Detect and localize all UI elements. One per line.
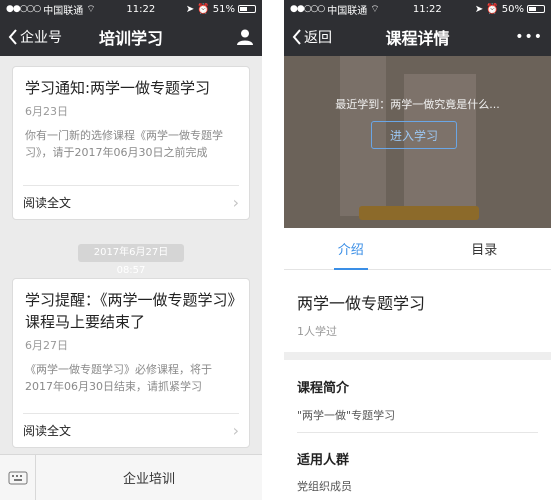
read-more-link[interactable]: 阅读全文 ›: [23, 413, 239, 447]
divider: [297, 432, 538, 433]
right-phone-screen: ●●○○○ 中国联通 ⌔ 11:22 ➤ ⏰ 50% 返回 课程详情 ••• 最: [284, 0, 551, 500]
course-banner: 最近学到：两学一做究竟是什么... 进入学习: [284, 56, 551, 228]
wifi-icon: ⌔: [370, 3, 380, 15]
intro-text: "两学一做"专题学习: [297, 409, 396, 422]
profile-icon[interactable]: [236, 28, 254, 46]
status-time: 11:22: [126, 3, 156, 15]
card-date: 6月23日: [25, 105, 68, 118]
enter-learning-button[interactable]: 进入学习: [371, 121, 457, 149]
audience-text: 党组织成员: [297, 480, 352, 493]
chevron-left-icon: [8, 29, 17, 45]
right-topbar: ●●○○○ 中国联通 ⌔ 11:22 ➤ ⏰ 50% 返回 课程详情 •••: [284, 0, 551, 56]
location-icon: ➤: [185, 3, 195, 15]
signal-icon: ●●○○○: [290, 4, 325, 14]
card-title: 学习通知:两学一做专题学习: [25, 79, 211, 97]
course-title: 两学一做专题学习: [297, 294, 426, 313]
signal-icon: ●●○○○: [6, 4, 41, 14]
intro-heading: 课程简介: [297, 381, 350, 396]
status-bar: ●●○○○ 中国联通 ⌔ 11:22 ➤ ⏰ 51%: [0, 0, 262, 18]
card-description: 你有一门新的选修课程《两学一做专题学习》，请于2017年06月30日之前完成: [25, 129, 223, 159]
card-title: 学习提醒：《两学一做专题学习》课程马上要结束了: [25, 291, 236, 331]
back-button[interactable]: 企业号: [8, 27, 62, 47]
section-divider: [284, 352, 551, 360]
left-phone-screen: ●●○○○ 中国联通 ⌔ 11:22 ➤ ⏰ 51% 企业号 培训学习 学习通知…: [0, 0, 262, 500]
card-date: 6月27日: [25, 339, 68, 352]
back-label: 返回: [304, 30, 332, 46]
card-description: 《两学一做专题学习》必修课程，将于2017年06月30日结束，请抓紧学习: [25, 363, 212, 393]
bottom-menu-bar: 企业培训: [0, 454, 262, 500]
audience-heading: 适用人群: [297, 453, 350, 468]
chevron-right-icon: ›: [232, 193, 239, 212]
alarm-icon: ⏰: [486, 3, 499, 15]
left-navbar: 企业号 培训学习: [0, 18, 262, 56]
status-bar: ●●○○○ 中国联通 ⌔ 11:22 ➤ ⏰ 50%: [284, 0, 551, 18]
keyboard-icon: [8, 471, 27, 484]
tab-catalog[interactable]: 目录: [418, 228, 551, 269]
read-more-label: 阅读全文: [23, 196, 72, 210]
right-navbar: 返回 课程详情 •••: [284, 18, 551, 56]
carrier-label: 中国联通: [43, 5, 84, 17]
status-time: 11:22: [412, 3, 442, 15]
battery-icon: [526, 5, 545, 13]
back-label: 企业号: [20, 30, 62, 46]
learner-count: 1人学过: [297, 325, 337, 338]
read-more-label: 阅读全文: [23, 424, 72, 438]
recent-progress-text: 最近学到：两学一做究竟是什么...: [335, 98, 500, 111]
more-icon[interactable]: •••: [515, 29, 543, 45]
timestamp-pill: 2017年6月27日 08:57: [78, 244, 184, 276]
left-topbar: ●●○○○ 中国联通 ⌔ 11:22 ➤ ⏰ 51% 企业号 培训学习: [0, 0, 262, 56]
alarm-icon: ⏰: [197, 3, 210, 15]
location-icon: ➤: [474, 3, 484, 15]
chevron-right-icon: ›: [232, 421, 239, 440]
tab-bar: 介绍 目录: [284, 228, 551, 270]
battery-icon: [237, 5, 256, 13]
wifi-icon: ⌔: [86, 3, 96, 15]
back-button[interactable]: 返回: [292, 27, 332, 47]
message-card[interactable]: 学习通知:两学一做专题学习 6月23日 你有一门新的选修课程《两学一做专题学习》…: [12, 66, 250, 220]
battery-percent: 51%: [212, 3, 235, 15]
read-more-link[interactable]: 阅读全文 ›: [23, 185, 239, 219]
tab-intro[interactable]: 介绍: [284, 228, 418, 270]
keyboard-toggle[interactable]: [0, 455, 36, 500]
menu-button-enterprise-training[interactable]: 企业培训: [36, 455, 262, 500]
carrier-label: 中国联通: [327, 5, 368, 17]
battery-percent: 50%: [501, 3, 524, 15]
message-card[interactable]: 学习提醒：《两学一做专题学习》课程马上要结束了 6月27日 《两学一做专题学习》…: [12, 278, 250, 448]
chevron-left-icon: [292, 29, 301, 45]
banner-graphic: [359, 206, 479, 220]
